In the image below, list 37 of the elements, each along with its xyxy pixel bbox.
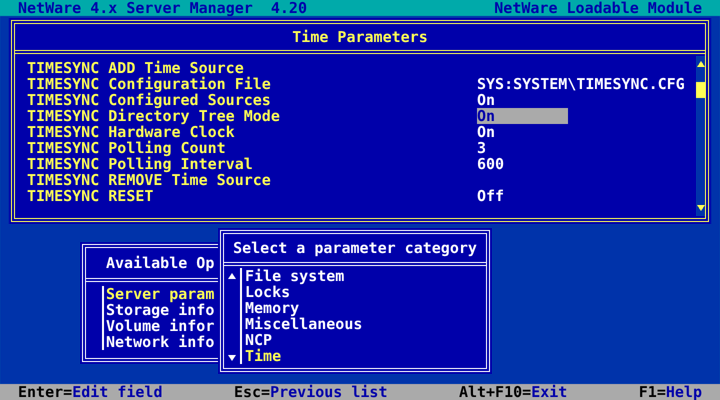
parameter-value[interactable]: Off [477, 188, 568, 204]
parameter-name[interactable]: TIMESYNC Configuration File [27, 76, 271, 92]
parameter-value[interactable]: On [477, 108, 568, 124]
parameter-value[interactable]: 3 [477, 140, 568, 156]
parameter-name[interactable]: TIMESYNC Directory Tree Mode [27, 108, 280, 124]
menu-item[interactable]: NCP [245, 332, 362, 348]
parameter-value[interactable]: On [477, 92, 568, 108]
parameter-value[interactable]: SYS:SYSTEM\TIMESYNC.CFG [477, 76, 685, 92]
scroll-up-icon [228, 272, 236, 280]
parameter-name[interactable]: TIMESYNC ADD Time Source [27, 60, 244, 76]
app-title: NetWare 4.x Server Manager 4.20 [18, 0, 307, 16]
menu-item[interactable]: Miscellaneous [245, 316, 362, 332]
menu-item[interactable]: Time [245, 348, 362, 364]
parameter-name[interactable]: TIMESYNC RESET [27, 188, 154, 204]
parameter-value[interactable]: 600 [477, 156, 568, 172]
parameter-name[interactable]: TIMESYNC Hardware Clock [27, 124, 235, 140]
parameter-name[interactable]: TIMESYNC REMOVE Time Source [27, 172, 271, 188]
key-hint: Enter=Edit field [18, 384, 162, 400]
parameter-name[interactable]: TIMESYNC Polling Count [27, 140, 226, 156]
menu-item[interactable]: Locks [245, 284, 362, 300]
window-title: Available Op [105, 253, 216, 274]
parameter-name[interactable]: TIMESYNC Configured Sources [27, 92, 271, 108]
scrollbar[interactable] [696, 56, 705, 216]
window-title: Select a parameter category [232, 238, 478, 259]
key-hint: F1=Help [638, 384, 702, 400]
scrollbar-thumb[interactable] [696, 82, 705, 98]
parameter-value[interactable]: On [477, 124, 568, 140]
module-label: NetWare Loadable Module [494, 0, 702, 16]
scroll-down-icon [228, 354, 236, 362]
scroll-down-icon [696, 204, 704, 212]
scroll-up-icon [696, 60, 704, 68]
menu-item[interactable]: Memory [245, 300, 362, 316]
key-hint: Esc=Previous list [234, 384, 388, 400]
menu-item[interactable]: File system [245, 268, 362, 284]
key-hint: Alt+F10=Exit [458, 384, 568, 400]
parameter-name[interactable]: TIMESYNC Polling Interval [27, 156, 253, 172]
window-title: Time Parameters [291, 27, 429, 48]
